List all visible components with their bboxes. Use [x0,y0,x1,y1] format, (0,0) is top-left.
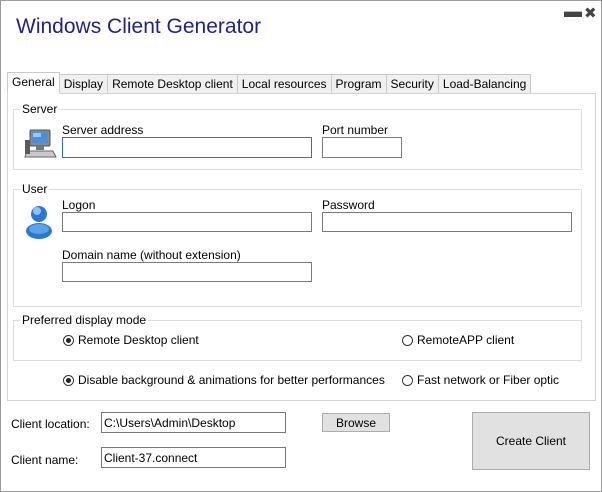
remoteapp-client-radio-label: RemoteAPP client [417,333,515,347]
tab-bar: General Display Remote Desktop client Lo… [7,72,532,94]
disable-animations-radio-label: Disable background & animations for bett… [78,373,385,387]
client-name-label: Client name: [11,453,79,467]
tab-security[interactable]: Security [386,74,439,94]
remote-desktop-client-radio-dot[interactable] [63,334,74,346]
domain-name-label: Domain name (without extension) [62,248,241,262]
server-group-label: Server [22,102,58,116]
server-address-label: Server address [62,123,144,137]
user-icon [26,206,52,239]
general-tab-panel: Server Server address Port number User L… [7,93,596,401]
logon-label: Logon [62,198,96,212]
client-name-input[interactable] [101,447,286,468]
fast-network-radio[interactable]: Fast network or Fiber optic [402,373,559,387]
fast-network-radio-label: Fast network or Fiber optic [417,373,560,387]
password-input[interactable] [322,212,572,232]
app-window: Windows Client Generator ▬ ✖ General Dis… [0,0,602,492]
tab-display[interactable]: Display [59,74,109,94]
create-client-button[interactable]: Create Client [472,412,590,470]
port-number-input[interactable] [322,137,402,158]
disable-animations-radio[interactable]: Disable background & animations for bett… [63,373,385,387]
tab-program[interactable]: Program [331,74,387,94]
logon-input[interactable] [62,212,312,232]
close-icon[interactable]: ✖ [584,4,597,22]
server-address-input[interactable] [62,137,312,158]
remoteapp-client-radio-dot[interactable] [402,334,413,346]
user-group-label: User [22,182,48,196]
display-mode-group-label: Preferred display mode [22,313,147,327]
remote-desktop-client-radio-label: Remote Desktop client [78,333,199,347]
browse-button[interactable]: Browse [322,413,390,432]
user-group: User [13,182,582,307]
port-number-label: Port number [322,123,389,137]
disable-animations-radio-dot[interactable] [63,374,74,386]
remote-desktop-client-radio[interactable]: Remote Desktop client [63,333,199,347]
tab-load-balancing[interactable]: Load-Balancing [438,74,532,94]
password-label: Password [322,198,375,212]
tab-local-resources[interactable]: Local resources [237,74,332,94]
client-location-label: Client location: [11,417,90,431]
fast-network-radio-dot[interactable] [402,374,413,386]
computer-icon [24,129,57,158]
window-title: Windows Client Generator [16,15,262,38]
minimize-icon[interactable]: ▬ [564,1,582,22]
remoteapp-client-radio[interactable]: RemoteAPP client [402,333,514,347]
tab-general[interactable]: General [7,72,60,94]
tab-remote-desktop-client[interactable]: Remote Desktop client [108,74,238,94]
client-location-input[interactable] [101,412,286,433]
domain-name-input[interactable] [62,262,312,282]
